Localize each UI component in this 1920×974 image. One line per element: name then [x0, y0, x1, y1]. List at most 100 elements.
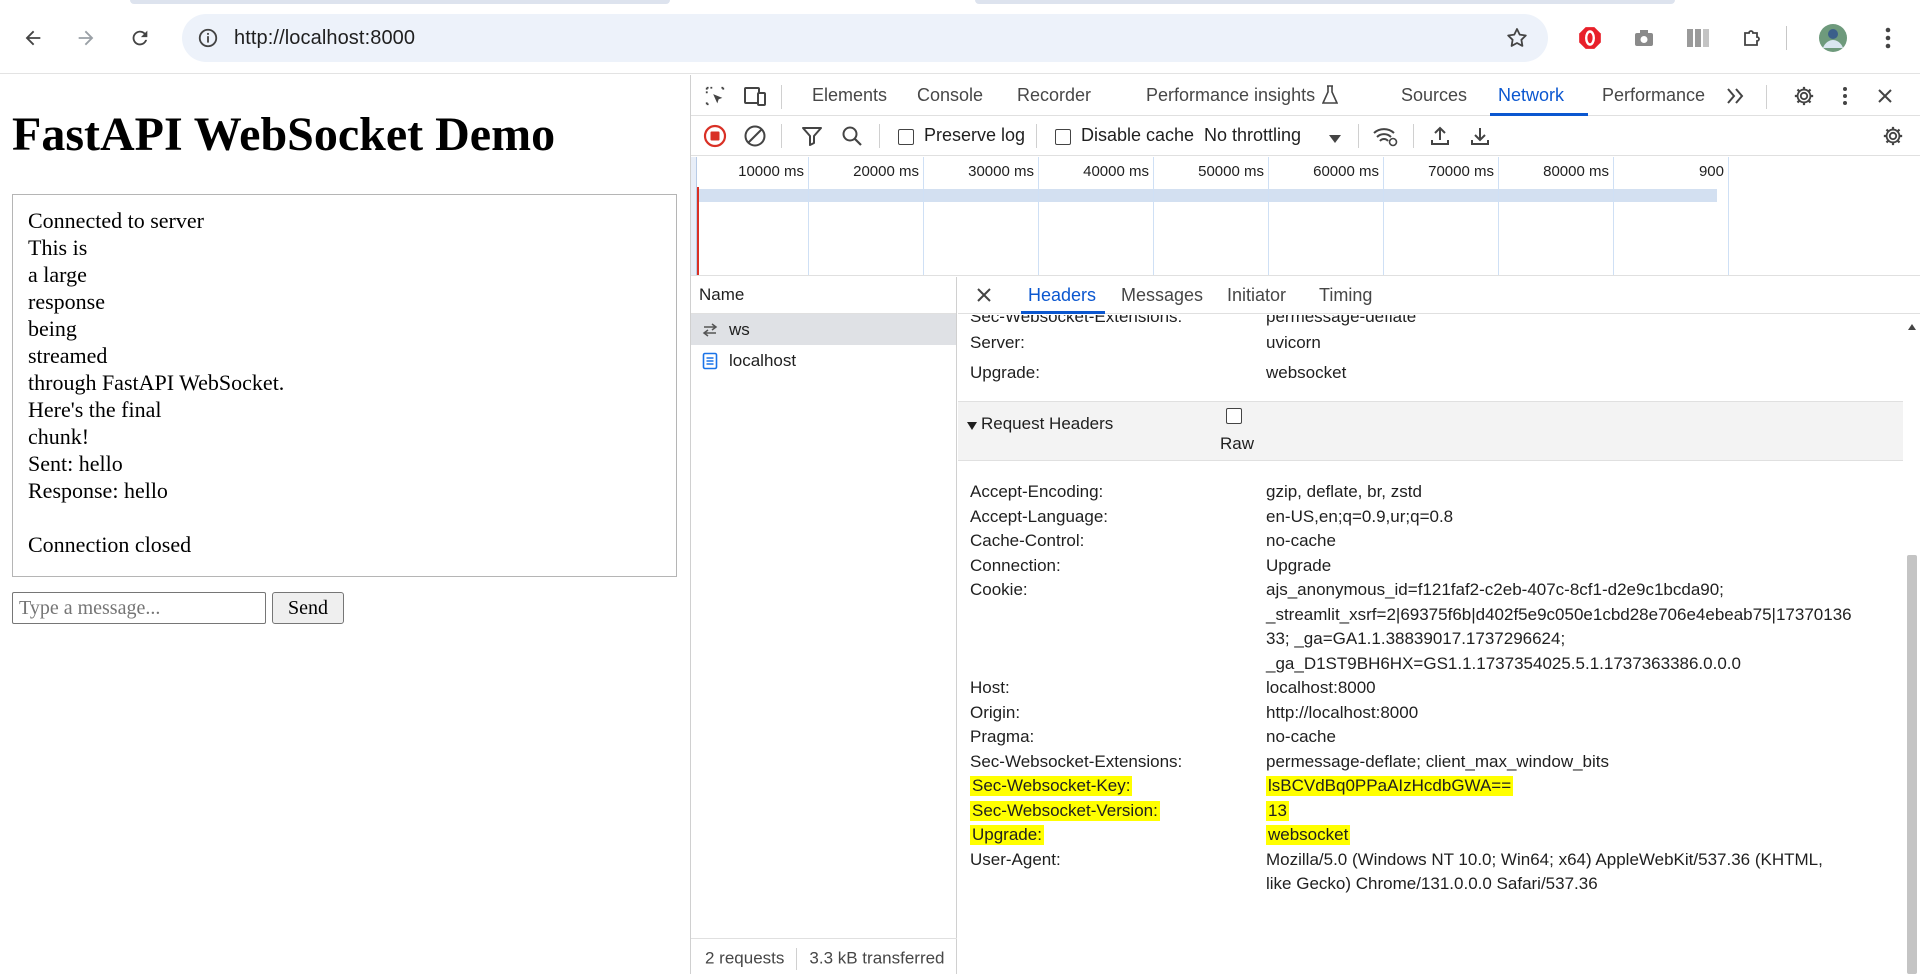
network-conditions-icon[interactable]: [1371, 122, 1399, 150]
camera-extension-icon[interactable]: [1626, 20, 1662, 56]
forward-button[interactable]: [68, 20, 104, 56]
disable-cache-checkbox[interactable]: [1055, 129, 1071, 145]
preserve-log-label[interactable]: Preserve log: [924, 125, 1025, 146]
import-har-icon[interactable]: [1426, 122, 1454, 150]
header-value: localhost:8000: [1266, 678, 1376, 697]
back-button[interactable]: [15, 20, 51, 56]
scroll-up-arrow-icon[interactable]: [1906, 321, 1918, 333]
profile-avatar[interactable]: [1815, 20, 1851, 56]
request-list: Name ws localhost 2 requests 3.3 kB trans…: [691, 277, 957, 974]
chevron-down-icon[interactable]: [1328, 132, 1342, 147]
timeline-tick-label: 10000 ms: [738, 163, 804, 180]
header-key: Sec-Websocket-Key:: [970, 776, 1133, 796]
network-settings-icon[interactable]: [1879, 122, 1907, 150]
tab-divider-2: [1766, 85, 1767, 109]
inspect-element-icon[interactable]: [701, 82, 729, 110]
close-devtools-icon[interactable]: [1871, 82, 1899, 110]
header-key: Server:: [970, 333, 1025, 352]
tab-network[interactable]: Network: [1498, 85, 1564, 106]
header-value: http://localhost:8000: [1266, 702, 1419, 722]
bookmark-star-icon[interactable]: [1504, 25, 1530, 51]
address-bar[interactable]: http://localhost:8000: [182, 14, 1548, 62]
timeline-tick-label: 60000 ms: [1313, 163, 1379, 180]
tab-recorder[interactable]: Recorder: [1017, 85, 1091, 106]
raw-checkbox[interactable]: [1226, 408, 1242, 424]
header-value: 33; _ga=GA1.1.38839017.1737296624;: [1266, 629, 1566, 648]
throttling-select[interactable]: No throttling: [1204, 125, 1301, 146]
request-headers-section-header[interactable]: Request Headers Raw: [958, 401, 1903, 461]
tab-sources[interactable]: Sources: [1401, 85, 1467, 106]
load-event-marker: [697, 187, 699, 275]
reload-button[interactable]: [122, 20, 158, 56]
tab-performance[interactable]: Performance: [1602, 85, 1705, 106]
header-key: Upgrade:: [970, 363, 1040, 382]
close-icon[interactable]: [975, 286, 993, 307]
url-text[interactable]: http://localhost:8000: [234, 27, 415, 50]
header-value: lsBCVdBq0PPaAIzHcdbGWA==: [1266, 776, 1514, 796]
header-key: Cookie:: [970, 580, 1028, 599]
timeline-tick-label: 70000 ms: [1428, 163, 1494, 180]
network-summary-bar: 2 requests 3.3 kB transferred: [691, 938, 957, 974]
send-button[interactable]: Send: [272, 592, 344, 624]
tab-console[interactable]: Console: [917, 85, 983, 106]
tab-elements[interactable]: Elements: [812, 85, 887, 106]
stop-recording-icon[interactable]: [701, 122, 729, 150]
export-har-icon[interactable]: [1466, 122, 1494, 150]
more-tabs-icon[interactable]: [1721, 82, 1749, 110]
document-icon: [699, 350, 721, 372]
kebab-menu-icon[interactable]: [1870, 20, 1906, 56]
active-detail-tab-indicator: [1021, 311, 1105, 314]
request-row-ws[interactable]: ws: [691, 314, 956, 345]
detail-scrollbar[interactable]: [1903, 315, 1920, 974]
detail-tabbar: Headers Messages Initiator Timing: [958, 277, 1920, 314]
websocket-arrows-icon: [699, 319, 721, 341]
disable-cache-label[interactable]: Disable cache: [1081, 125, 1194, 146]
search-icon[interactable]: [838, 122, 866, 150]
header-key: Pragma:: [970, 727, 1035, 746]
header-value: no-cache: [1266, 727, 1336, 746]
network-overview-timeline[interactable]: 10000 ms 20000 ms 30000 ms 40000 ms 50000 ms…: [691, 157, 1920, 276]
timeline-gridline: [923, 157, 924, 275]
devtools-menu-icon[interactable]: [1831, 82, 1859, 110]
device-toolbar-icon[interactable]: [741, 82, 769, 110]
header-value: uvicorn: [1266, 333, 1321, 352]
timeline-gridline: [1383, 157, 1384, 275]
message-input[interactable]: [12, 592, 266, 624]
header-value: Upgrade: [1266, 555, 1332, 575]
request-row-localhost[interactable]: localhost: [691, 345, 956, 376]
tab-timing[interactable]: Timing: [1319, 285, 1372, 306]
site-info-icon[interactable]: [194, 24, 222, 52]
tab-strip: [0, 0, 1920, 4]
timeline-tick-label: 30000 ms: [968, 163, 1034, 180]
header-value: _streamlit_xsrf=2|69375f6b|d402f5e9c050e…: [1266, 604, 1852, 624]
settings-gear-icon[interactable]: [1790, 82, 1818, 110]
filter-icon[interactable]: [798, 122, 826, 150]
reading-mode-icon[interactable]: [1680, 20, 1716, 56]
tab-divider: [781, 85, 782, 109]
header-value: websocket: [1266, 825, 1351, 845]
header-key: Accept-Encoding:: [970, 482, 1104, 501]
name-column-header[interactable]: Name: [691, 277, 956, 314]
tab-performance-insights[interactable]: Performance insights: [1146, 85, 1315, 106]
header-value: permessage-deflate; client_max_window_bi…: [1266, 751, 1610, 771]
extensions-puzzle-icon[interactable]: [1735, 20, 1771, 56]
raw-label[interactable]: Raw: [1220, 434, 1254, 454]
log-line: being: [28, 316, 77, 341]
request-header-row: User-Agent: Mozilla/5.0 (Windows NT 10.0;…: [970, 845, 1890, 900]
request-count: 2 requests: [705, 948, 785, 968]
tab-messages[interactable]: Messages: [1121, 285, 1203, 306]
preserve-log-checkbox[interactable]: [898, 129, 914, 145]
scrollbar-thumb[interactable]: [1907, 555, 1917, 974]
toolbar-sep-4: [1358, 124, 1359, 148]
log-line: streamed: [28, 343, 108, 368]
header-key: Sec-Websocket-Extensions:: [970, 751, 1183, 771]
tab-headers[interactable]: Headers: [1028, 285, 1096, 306]
log-line: Connection closed: [28, 532, 192, 557]
reload-icon: [132, 30, 148, 46]
clear-icon[interactable]: [741, 122, 769, 150]
timeline-gridline: [1498, 157, 1499, 275]
header-value: 13: [1266, 800, 1289, 821]
toolbar-sep-1: [781, 124, 782, 148]
opera-extension-icon[interactable]: [1572, 20, 1608, 56]
tab-initiator[interactable]: Initiator: [1227, 285, 1286, 306]
